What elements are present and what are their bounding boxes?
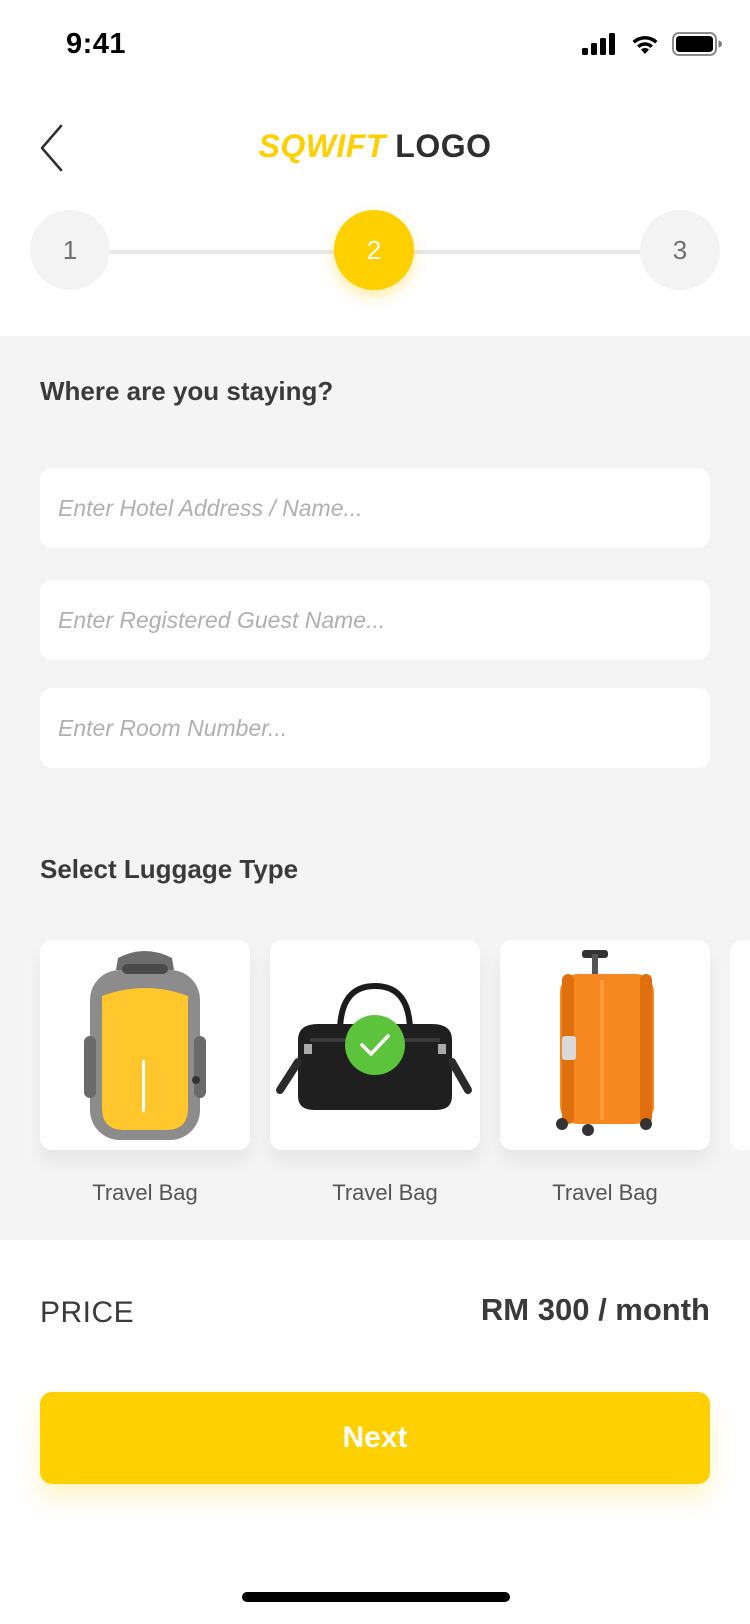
stay-section-title: Where are you staying? bbox=[40, 376, 334, 406]
room-number-field[interactable] bbox=[40, 688, 710, 768]
logo-part2: LOGO bbox=[395, 128, 492, 164]
wifi-icon bbox=[632, 35, 658, 54]
status-time: 9:41 bbox=[66, 28, 127, 60]
step-1[interactable]: 1 bbox=[30, 210, 110, 290]
guest-name-input[interactable] bbox=[40, 580, 710, 660]
luggage-label-suitcase: Travel Bag bbox=[552, 1180, 658, 1205]
header: SQWIFT LOGO bbox=[0, 96, 750, 200]
home-indicator bbox=[242, 1592, 510, 1602]
next-button[interactable]: Next bbox=[40, 1392, 710, 1484]
luggage-section-title: Select Luggage Type bbox=[40, 854, 299, 884]
status-bar: 9:41 bbox=[0, 0, 750, 96]
cellular-signal-icon bbox=[582, 33, 615, 55]
progress-stepper: 1 2 3 bbox=[0, 210, 750, 290]
luggage-card-peek[interactable] bbox=[730, 940, 750, 1150]
luggage-card-backpack[interactable] bbox=[40, 940, 250, 1150]
logo-part1: SQWIFT bbox=[258, 128, 386, 164]
booking-form-section: Where are you staying? Select Luggage Ty… bbox=[0, 336, 750, 1240]
status-icons bbox=[582, 32, 722, 56]
suitcase-icon bbox=[556, 950, 654, 1136]
checkmark-icon bbox=[360, 1034, 390, 1056]
backpack-icon bbox=[84, 951, 206, 1140]
luggage-label-duffel: Travel Bag bbox=[332, 1180, 438, 1205]
selected-check-badge bbox=[345, 1015, 405, 1075]
hotel-address-input[interactable] bbox=[40, 468, 710, 548]
step-3[interactable]: 3 bbox=[640, 210, 720, 290]
price-value: RM 300 / month bbox=[480, 1292, 710, 1327]
price-label: PRICE bbox=[40, 1296, 135, 1329]
battery-icon bbox=[672, 32, 722, 56]
luggage-card-duffel[interactable] bbox=[270, 940, 480, 1150]
hotel-address-field[interactable] bbox=[40, 468, 710, 548]
room-number-input[interactable] bbox=[40, 688, 710, 768]
logo: SQWIFT LOGO bbox=[0, 128, 750, 165]
step-2[interactable]: 2 bbox=[334, 210, 414, 290]
luggage-card-suitcase[interactable] bbox=[500, 940, 710, 1150]
luggage-label-backpack: Travel Bag bbox=[92, 1180, 198, 1205]
guest-name-field[interactable] bbox=[40, 580, 710, 660]
